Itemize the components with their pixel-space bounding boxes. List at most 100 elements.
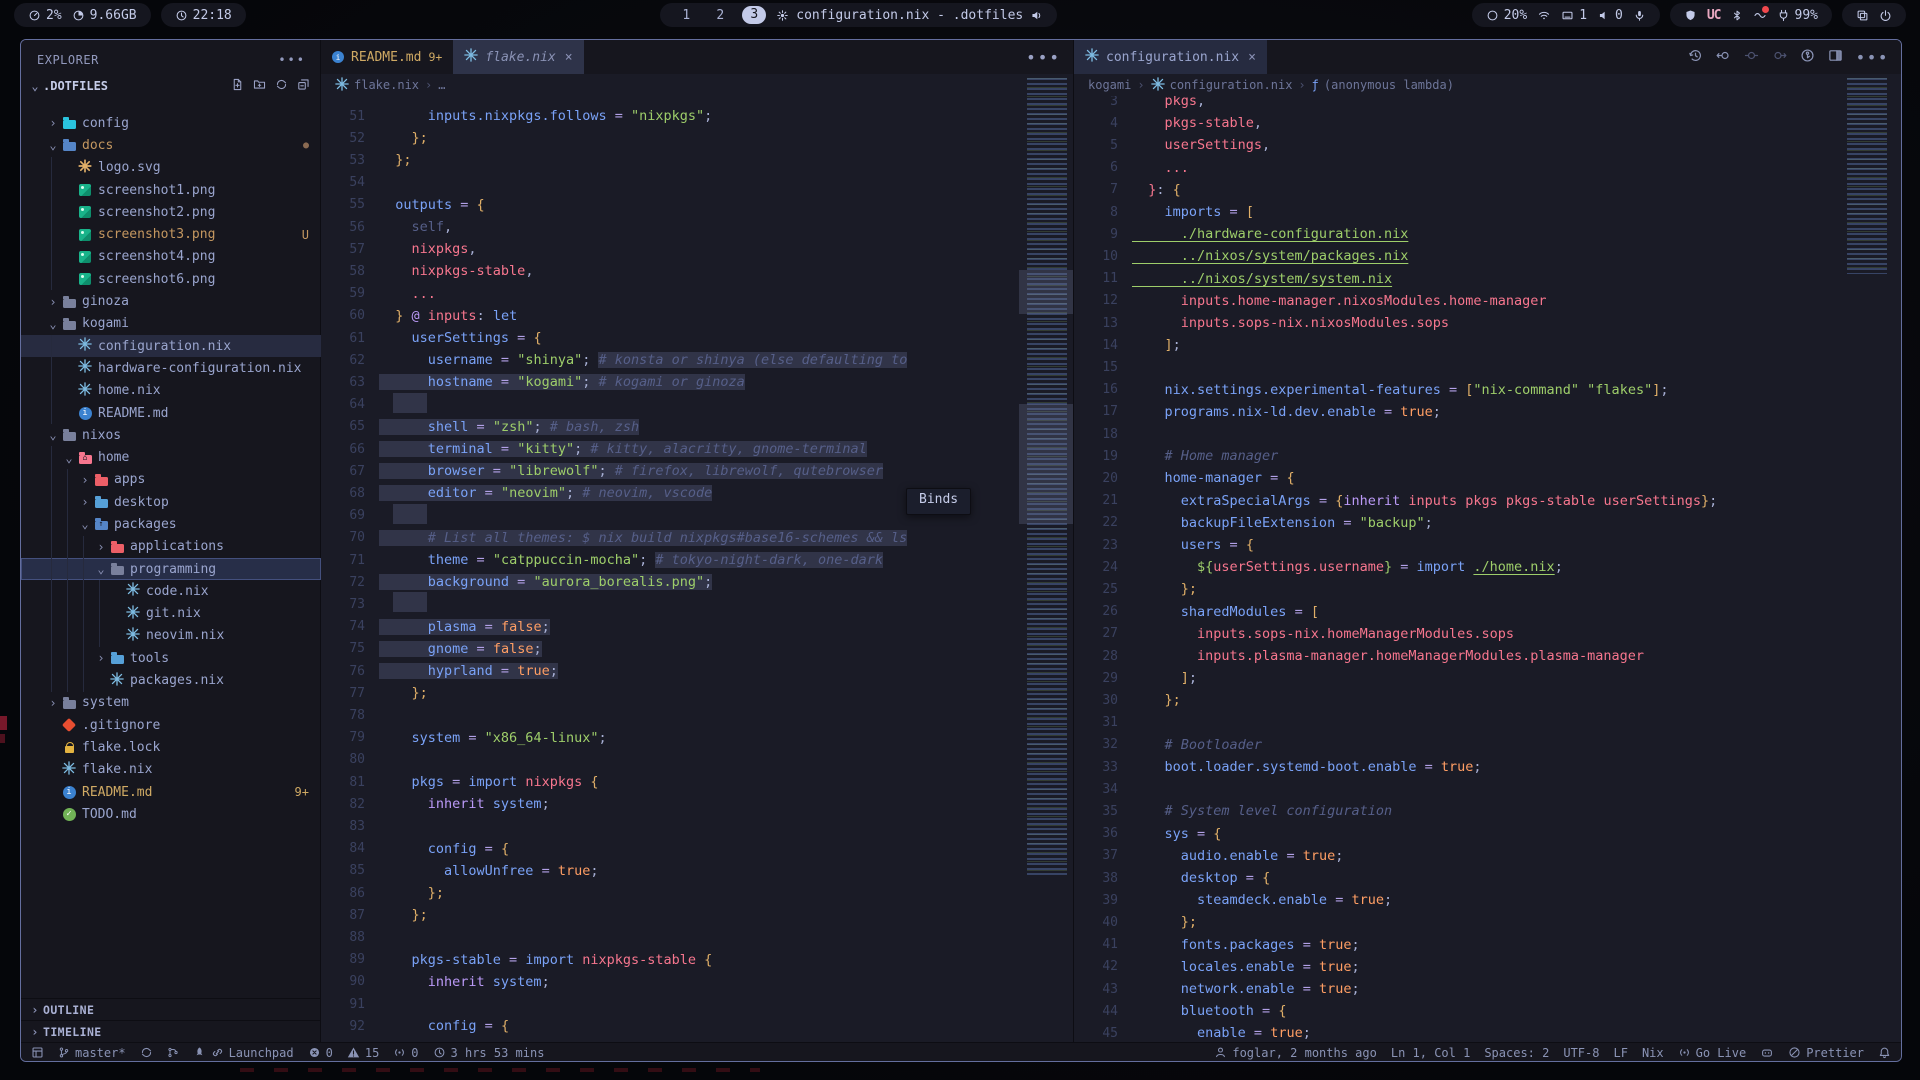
nav-forward-icon[interactable]	[1772, 48, 1787, 67]
explorer-more-actions-icon[interactable]: •••	[278, 53, 306, 67]
code-line[interactable]: 91	[321, 993, 1073, 1015]
close-icon[interactable]: ×	[1248, 50, 1256, 65]
code-line[interactable]: 19 # Home manager	[1074, 445, 1839, 467]
workspace-root-row[interactable]: ⌄ .DOTFILES	[21, 74, 320, 98]
code-line[interactable]: 72 background = "aurora_borealis.png";	[321, 571, 1073, 593]
chevron-right-icon[interactable]: ›	[45, 116, 61, 130]
breadcrumb-item[interactable]: …	[438, 78, 445, 92]
code-line[interactable]: 29 ];	[1074, 667, 1839, 689]
chevron-down-icon[interactable]: ⌄	[93, 562, 109, 576]
status-cursor-position[interactable]: Ln 1, Col 1	[1391, 1043, 1470, 1062]
code-line[interactable]: 87 };	[321, 904, 1073, 926]
tree-item-README.md[interactable]: iREADME.md9+	[21, 781, 321, 803]
code-line[interactable]: 18	[1074, 423, 1839, 445]
tree-item-configuration.nix[interactable]: configuration.nix	[21, 335, 321, 357]
status-ports[interactable]: 0	[393, 1043, 418, 1062]
code-line[interactable]: 36 sys = {	[1074, 823, 1839, 845]
code-line[interactable]: 34	[1074, 778, 1839, 800]
code-line[interactable]: 64	[321, 394, 1073, 416]
code-line[interactable]: 22 backupFileExtension = "backup";	[1074, 512, 1839, 534]
code-line[interactable]: 77 };	[321, 682, 1073, 704]
code-line[interactable]: 39 steamdeck.enable = true;	[1074, 889, 1839, 911]
status-eol[interactable]: LF	[1613, 1043, 1627, 1062]
chevron-right-icon[interactable]: ›	[77, 473, 93, 487]
minimap[interactable]	[1019, 74, 1073, 1042]
tree-item-apps[interactable]: ›apps	[21, 469, 321, 491]
code-line[interactable]: 25 };	[1074, 578, 1839, 600]
tree-item-packages[interactable]: ⌄↑packages	[21, 513, 321, 535]
code-line[interactable]: 12 inputs.home-manager.nixosModules.home…	[1074, 290, 1839, 312]
tree-item-programming[interactable]: ⌄programming	[21, 558, 321, 580]
tree-item-kogami[interactable]: ⌄kogami	[21, 313, 321, 335]
microphone-icon[interactable]	[1633, 9, 1646, 22]
wifi-icon[interactable]	[1537, 9, 1551, 22]
code-line[interactable]: 92 config = {	[321, 1015, 1073, 1037]
tree-item-README.md[interactable]: iREADME.md	[21, 402, 321, 424]
code-line[interactable]: 75 gnome = false;	[321, 638, 1073, 660]
code-line[interactable]: 60 } @ inputs: let	[321, 305, 1073, 327]
panel-header-outline[interactable]: ›OUTLINE	[21, 998, 321, 1020]
clipboard-icon[interactable]	[1856, 9, 1869, 22]
panel-header-timeline[interactable]: ›TIMELINE	[21, 1020, 321, 1042]
code-line[interactable]: 30 };	[1074, 689, 1839, 711]
chevron-right-icon[interactable]: ›	[45, 696, 61, 710]
code-line[interactable]: 38 desktop = {	[1074, 867, 1839, 889]
workspace-button-2[interactable]: 2	[708, 8, 732, 23]
code-line[interactable]: 90 inherit system;	[321, 971, 1073, 993]
timeline-icon[interactable]	[1688, 48, 1703, 67]
breadcrumb-item[interactable]: configuration.nix	[1151, 77, 1293, 94]
volume[interactable]: 0	[1597, 8, 1623, 23]
workspace-button-1[interactable]: 1	[674, 8, 698, 23]
chevron-down-icon[interactable]: ⌄	[45, 428, 61, 442]
chevron-down-icon[interactable]: ⌄	[45, 138, 61, 152]
tray-app-icon[interactable]	[1753, 9, 1767, 22]
tree-item-hardware-configuration.nix[interactable]: hardware-configuration.nix	[21, 357, 321, 379]
code-line[interactable]: 9 ./hardware-configuration.nix	[1074, 223, 1839, 245]
code-line[interactable]: 84 config = {	[321, 838, 1073, 860]
battery[interactable]: 99%	[1777, 8, 1818, 23]
status-warnings[interactable]: 15	[347, 1043, 379, 1062]
code-line[interactable]: 37 audio.enable = true;	[1074, 845, 1839, 867]
code-line[interactable]: 28 inputs.plasma-manager.homeManagerModu…	[1074, 645, 1839, 667]
status-errors[interactable]: 0	[308, 1043, 333, 1062]
tab-configuration.nix[interactable]: configuration.nix×	[1074, 40, 1267, 74]
brightness[interactable]: 20%	[1486, 8, 1527, 23]
chevron-right-icon[interactable]: ›	[93, 651, 109, 665]
code-line[interactable]: 44 bluetooth = {	[1074, 1000, 1839, 1022]
tree-item-screenshot1.png[interactable]: screenshot1.png	[21, 179, 321, 201]
memory-usage[interactable]: 9.66GB	[72, 8, 137, 23]
code-line[interactable]: 83	[321, 815, 1073, 837]
code-line[interactable]: 56 self,	[321, 216, 1073, 238]
code-line[interactable]: 6 ...	[1074, 157, 1839, 179]
code-line[interactable]: 74 plasma = false;	[321, 616, 1073, 638]
code-line[interactable]: 24 ${userSettings.username} = import ./h…	[1074, 556, 1839, 578]
code-line[interactable]: 54	[321, 172, 1073, 194]
code-line[interactable]: 4 pkgs-stable,	[1074, 112, 1839, 134]
code-line[interactable]: 23 users = {	[1074, 534, 1839, 556]
tree-item-docs[interactable]: ⌄docs●	[21, 134, 321, 156]
tab-flake.nix[interactable]: flake.nix×	[453, 40, 583, 74]
code-line[interactable]: 67 browser = "librewolf"; # firefox, lib…	[321, 460, 1073, 482]
code-line[interactable]: 42 locales.enable = true;	[1074, 956, 1839, 978]
chevron-right-icon[interactable]: ›	[77, 495, 93, 509]
status-launchpad[interactable]: Launchpad	[193, 1043, 294, 1062]
code-line[interactable]: 51 inputs.nixpkgs.follows = "nixpkgs";	[321, 105, 1073, 127]
code-line[interactable]: 76 hyprland = true;	[321, 660, 1073, 682]
more-icon[interactable]: •••	[1856, 48, 1889, 67]
status-go-live[interactable]: Go Live	[1678, 1043, 1747, 1062]
status-prettier[interactable]: Prettier	[1788, 1043, 1864, 1062]
nav-back-icon[interactable]	[1716, 48, 1731, 67]
code-line[interactable]: 35 # System level configuration	[1074, 800, 1839, 822]
code-line[interactable]: 82 inherit system;	[321, 793, 1073, 815]
code-line[interactable]: 88	[321, 926, 1073, 948]
tree-item-TODO.md[interactable]: ✓TODO.md	[21, 803, 321, 825]
code-line[interactable]: 31	[1074, 712, 1839, 734]
code-line[interactable]: 16 nix.settings.experimental-features = …	[1074, 379, 1839, 401]
code-line[interactable]: 59 ...	[321, 283, 1073, 305]
code-line[interactable]: 53 };	[321, 149, 1073, 171]
workspace-button-3[interactable]: 3	[742, 6, 766, 24]
power-icon[interactable]	[1879, 9, 1892, 22]
tab-README.md[interactable]: iREADME.md9+	[321, 40, 453, 74]
run-circle-icon[interactable]	[1800, 48, 1815, 67]
status-wakatime[interactable]: 3 hrs 53 mins	[433, 1043, 545, 1062]
